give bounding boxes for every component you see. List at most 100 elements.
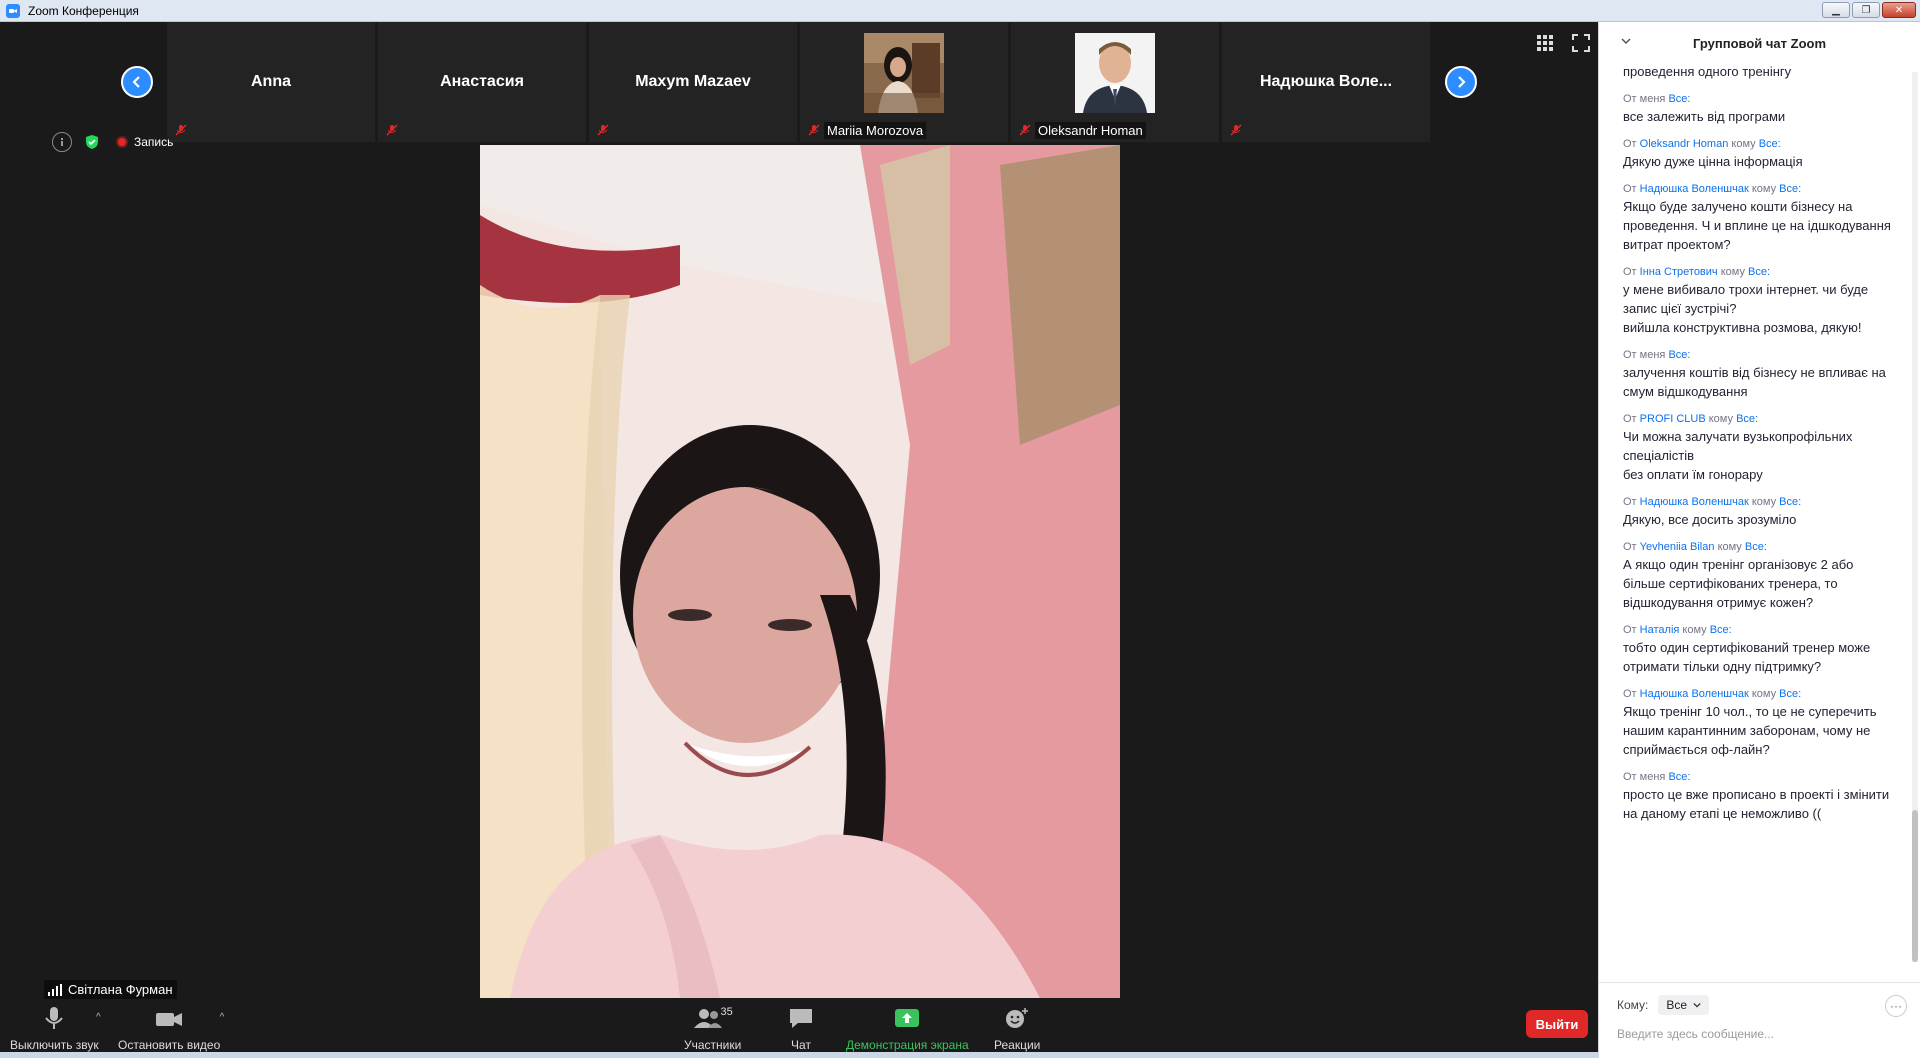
close-window-button[interactable]: ✕ <box>1882 2 1916 18</box>
message-to-word: кому <box>1682 624 1707 636</box>
message-input[interactable]: Введите здесь сообщение... <box>1617 1027 1774 1041</box>
message-prefix: От <box>1623 688 1637 700</box>
participant-tile[interactable]: Maxym Mazaev <box>589 22 797 142</box>
message-recipient[interactable]: Все: <box>1748 266 1770 278</box>
stop-video-button[interactable]: Остановить видео ^ <box>118 1006 224 1052</box>
share-screen-button[interactable]: Демонстрация экрана <box>846 1006 969 1052</box>
message-recipient[interactable]: Все: <box>1779 688 1801 700</box>
message-sender[interactable]: Надюшка Воленшчак <box>1640 496 1749 508</box>
message-prefix: От <box>1623 93 1637 105</box>
chat-button[interactable]: Чат <box>786 1006 816 1052</box>
message-sender[interactable]: Інна Стретович <box>1640 266 1718 278</box>
message-sender[interactable]: Oleksandr Homan <box>1640 138 1729 150</box>
message-to-word: кому <box>1717 541 1742 553</box>
message-text: А якщо один тренінг організовує 2 або бі… <box>1623 557 1854 610</box>
message-to-word: кому <box>1720 266 1745 278</box>
smiley-icon <box>1006 1008 1029 1028</box>
chevron-right-icon <box>1458 76 1466 88</box>
zoom-app-icon <box>6 3 20 18</box>
message-sender[interactable]: Надюшка Воленшчак <box>1640 183 1749 195</box>
message-prefix: От <box>1623 496 1637 508</box>
participant-name: Анастасия <box>440 73 524 90</box>
message-sender[interactable]: Yevheniia Bilan <box>1640 541 1715 553</box>
chat-message: От меня Все: залучення коштів від бізнес… <box>1623 347 1893 401</box>
maximize-button[interactable]: ❐ <box>1852 2 1880 18</box>
message-to-word: кому <box>1751 688 1777 700</box>
message-recipient[interactable]: Все: <box>1668 349 1690 361</box>
message-recipient[interactable]: Все: <box>1668 93 1690 105</box>
message-recipient[interactable]: Все: <box>1745 541 1767 553</box>
participant-label: Oleksandr Homan <box>1035 122 1146 139</box>
chat-message: От Надюшка Воленшчак кому Все: Дякую, вс… <box>1623 494 1893 529</box>
chevron-down-icon[interactable] <box>1621 36 1631 46</box>
message-recipient[interactable]: Все: <box>1710 624 1732 636</box>
strip-prev-button[interactable] <box>121 66 153 98</box>
muted-mic-icon <box>597 124 609 136</box>
strip-next-button[interactable] <box>1445 66 1477 98</box>
active-speaker-video <box>480 145 1120 998</box>
chat-message: От Oleksandr Homan кому Все: Дякую дуже … <box>1623 136 1893 171</box>
participant-tile[interactable]: Mariia Morozova <box>800 22 1008 142</box>
participant-strip: Anna Анастасия Maxym Mazaev Mariia Moroz… <box>167 22 1431 142</box>
participants-button[interactable]: 35 Участники <box>684 1006 741 1052</box>
reactions-button[interactable]: Реакции <box>994 1006 1040 1052</box>
mute-button[interactable]: Выключить звук ^ <box>10 1006 101 1052</box>
chat-message: проведення одного тренінгу <box>1623 62 1893 81</box>
participant-tile[interactable]: Надюшка Воле... <box>1222 22 1430 142</box>
message-sender[interactable]: Надюшка Воленшчак <box>1640 688 1749 700</box>
chat-scrollbar[interactable] <box>1912 72 1918 962</box>
participant-name: Anna <box>251 73 291 90</box>
message-to-word: кому <box>1751 496 1777 508</box>
message-to-word: кому <box>1731 138 1756 150</box>
muted-mic-icon <box>175 124 187 136</box>
participant-tile[interactable]: Oleksandr Homan <box>1011 22 1219 142</box>
scrollbar-thumb[interactable] <box>1912 810 1918 962</box>
participant-tile[interactable]: Anna <box>167 22 375 142</box>
message-text: Якщо буде залучено кошти бізнесу на пров… <box>1623 199 1891 252</box>
participants-icon <box>693 1009 722 1028</box>
message-to-word: кому <box>1708 413 1733 425</box>
meeting-info-icon[interactable] <box>52 132 72 152</box>
muted-mic-icon <box>1019 124 1031 136</box>
recipient-select[interactable]: Все <box>1658 995 1710 1015</box>
message-recipient[interactable]: Все: <box>1759 138 1781 150</box>
participants-count: 35 <box>720 1006 733 1018</box>
message-recipient[interactable]: Все: <box>1779 183 1801 195</box>
participant-label: Mariia Morozova <box>824 122 927 139</box>
message-prefix: От <box>1623 771 1637 783</box>
muted-mic-icon <box>386 124 398 136</box>
message-recipient[interactable]: Все: <box>1736 413 1758 425</box>
message-text: Дякую дуже цінна інформація <box>1623 154 1803 169</box>
recording-indicator[interactable]: Запись <box>116 135 173 149</box>
participant-photo <box>864 33 944 113</box>
security-shield-icon[interactable] <box>82 132 102 152</box>
message-recipient[interactable]: Все: <box>1668 771 1690 783</box>
message-sender: меня <box>1639 771 1666 783</box>
leave-meeting-button[interactable]: Выйти <box>1526 1010 1588 1038</box>
message-prefix: От <box>1623 624 1637 636</box>
message-prefix: От <box>1623 183 1637 195</box>
message-text: залучення коштів від бізнесу не впливає … <box>1623 365 1886 399</box>
fullscreen-icon[interactable] <box>1572 34 1590 52</box>
message-text: просто це вже прописано в проекті і змін… <box>1623 787 1890 821</box>
video-options-caret[interactable]: ^ <box>220 1012 225 1023</box>
more-options-button[interactable]: ··· <box>1885 995 1907 1017</box>
speaker-name-label: Світлана Фурман <box>68 982 173 997</box>
message-prefix: От <box>1623 266 1637 278</box>
chat-bubble-icon <box>790 1009 812 1028</box>
minimize-button[interactable]: ▁ <box>1822 2 1850 18</box>
message-sender[interactable]: Наталія <box>1640 624 1680 636</box>
chat-header: Групповой чат Zoom <box>1599 22 1920 64</box>
message-sender[interactable]: PROFI CLUB <box>1640 413 1706 425</box>
participant-tile[interactable]: Анастасия <box>378 22 586 142</box>
participant-photo <box>1075 33 1155 113</box>
audio-options-caret[interactable]: ^ <box>96 1012 101 1023</box>
reactions-label: Реакции <box>994 1038 1041 1052</box>
meeting-toolbar: Выключить звук ^ Остановить видео ^ 35 У… <box>0 1002 1598 1058</box>
window-title: Zoom Конференция <box>28 3 139 18</box>
chat-panel: Групповой чат Zoom проведення одного тре… <box>1598 22 1920 1058</box>
participant-name: Maxym Mazaev <box>635 73 751 90</box>
message-recipient[interactable]: Все: <box>1779 496 1801 508</box>
gallery-view-icon[interactable] <box>1536 34 1554 52</box>
video-label: Остановить видео <box>118 1038 221 1052</box>
